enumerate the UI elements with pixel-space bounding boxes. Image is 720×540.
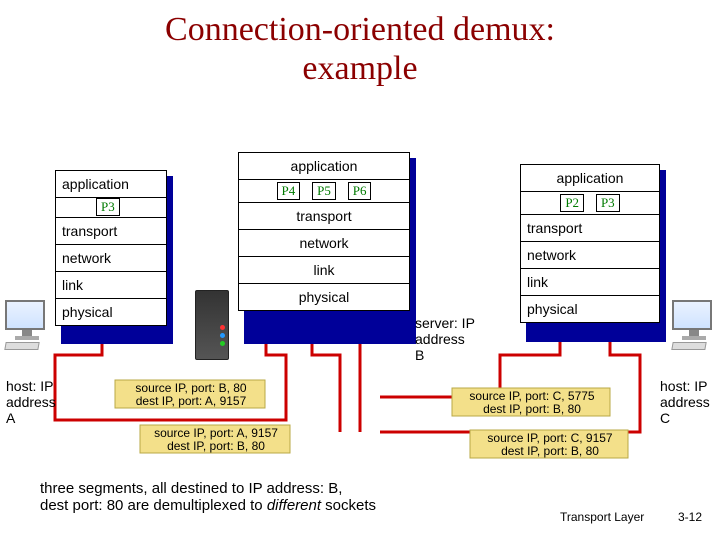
t: address [660, 394, 710, 410]
layer-network: network [521, 242, 659, 269]
t: dest port: 80 are demultiplexed to [40, 497, 267, 514]
packet-c5775-to-b: source IP, port: C, 5775 dest IP, port: … [455, 390, 609, 416]
layer-network: network [56, 245, 166, 272]
t: server: IP [415, 315, 475, 331]
t: dest IP, port: B, 80 [483, 402, 581, 416]
process-p5: P5 [312, 182, 336, 200]
t: dest IP, port: A, 9157 [136, 394, 247, 408]
process-row: P3 [56, 198, 166, 218]
process-row: P2 P3 [521, 192, 659, 215]
packet-c9157-to-b: source IP, port: C, 9157 dest IP, port: … [473, 432, 627, 458]
layer-transport: transport [56, 218, 166, 245]
process-p3: P3 [96, 198, 120, 216]
layer-app: application [239, 153, 409, 180]
layer-app: application [521, 165, 659, 192]
process-p3: P3 [596, 194, 620, 212]
host-c-monitor [672, 300, 716, 350]
t: three segments, all destined to IP addre… [40, 480, 342, 497]
server-b-tower [195, 290, 229, 360]
t: dest IP, port: B, 80 [167, 439, 265, 453]
layer-transport: transport [239, 203, 409, 230]
t: address [6, 394, 56, 410]
layer-link: link [239, 257, 409, 284]
t: A [6, 410, 15, 426]
packet-a-to-b: source IP, port: A, 9157 dest IP, port: … [143, 427, 289, 453]
layer-link: link [521, 269, 659, 296]
layer-physical: physical [56, 299, 166, 325]
packet-b-to-a: source IP, port: B, 80 dest IP, port: A,… [118, 382, 264, 408]
layer-link: link [56, 272, 166, 299]
t: host: IP [6, 378, 53, 394]
t: sockets [321, 497, 376, 514]
process-row: P4 P5 P6 [239, 180, 409, 203]
process-p6: P6 [348, 182, 372, 200]
app-label: application [62, 176, 129, 192]
caption: three segments, all destined to IP addre… [40, 480, 376, 515]
t: source IP, port: B, 80 [135, 381, 246, 395]
t: C [660, 410, 670, 426]
process-p4: P4 [277, 182, 301, 200]
process-p2: P2 [560, 194, 584, 212]
layer-transport: transport [521, 215, 659, 242]
t: source IP, port: C, 5775 [469, 389, 594, 403]
label-host-c: host: IP address C [660, 378, 710, 426]
t: host: IP [660, 378, 707, 394]
layer-physical: physical [521, 296, 659, 322]
t: source IP, port: C, 9157 [487, 431, 612, 445]
label-server-b: server: IP address B [415, 315, 475, 363]
layer-network: network [239, 230, 409, 257]
host-a-monitor [5, 300, 49, 350]
layer-app: application [56, 171, 166, 198]
layer-physical: physical [239, 284, 409, 310]
slide-number: 3-12 [678, 510, 702, 524]
t: source IP, port: A, 9157 [154, 426, 278, 440]
label-host-a: host: IP address A [6, 378, 56, 426]
t: address [415, 331, 465, 347]
footer-label: Transport Layer [560, 510, 644, 524]
t: different [267, 497, 321, 514]
t: dest IP, port: B, 80 [501, 444, 599, 458]
t: B [415, 347, 424, 363]
